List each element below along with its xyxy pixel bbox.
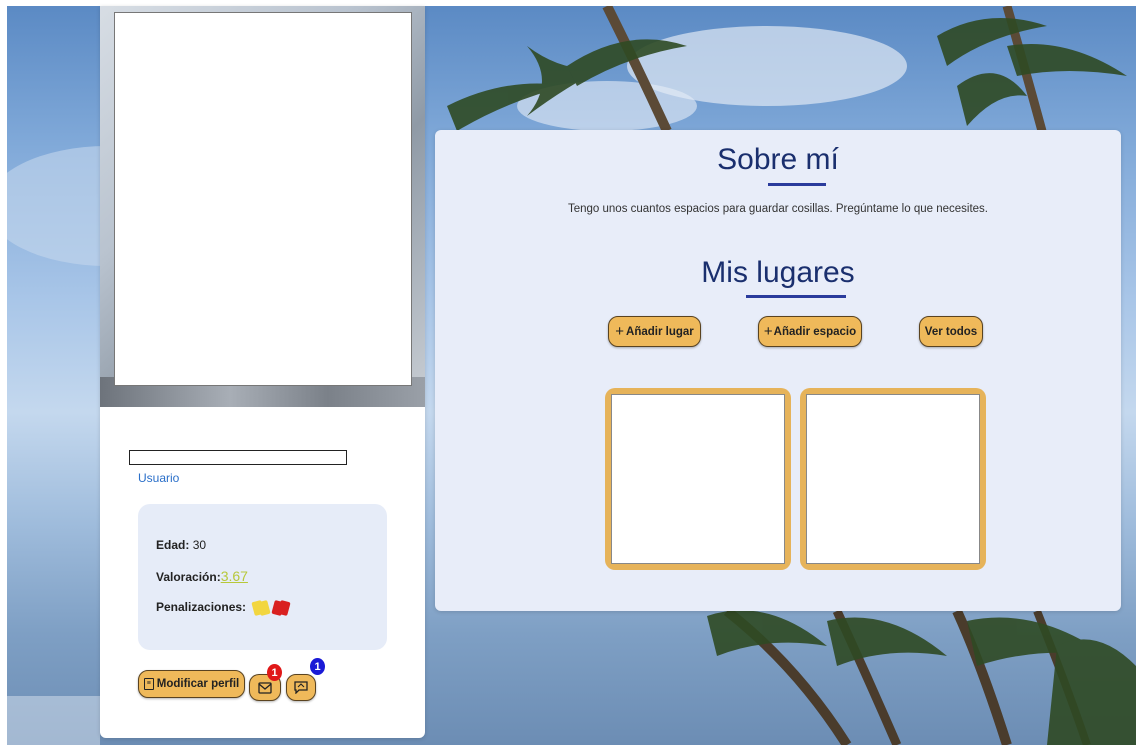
envelope-icon — [258, 681, 272, 694]
add-space-button[interactable]: + Añadir espacio — [758, 316, 862, 347]
main-panel: Sobre mí Tengo unos cuantos espacios par… — [435, 130, 1121, 611]
view-all-button[interactable]: Ver todos — [919, 316, 983, 347]
places-title: Mis lugares — [701, 256, 855, 289]
red-card-icon — [277, 599, 292, 616]
profile-card: Usuario Edad: 30 Valoración:3.67 Penaliz… — [100, 6, 425, 738]
chat-count-badge: 1 — [310, 658, 325, 675]
rating-row: Valoración:3.67 — [156, 568, 248, 584]
messages-count-badge: 1 — [267, 664, 282, 681]
id-card-icon: ≡ — [143, 678, 154, 690]
about-text: Tengo unos cuantos espacios para guardar… — [567, 203, 988, 215]
chat-button[interactable] — [286, 674, 316, 701]
profile-role: Usuario — [138, 471, 180, 485]
chat-icon — [294, 681, 308, 694]
place-card[interactable] — [800, 388, 986, 570]
plus-icon: + — [763, 323, 773, 340]
yellow-card-icon — [257, 599, 272, 616]
profile-name-redacted — [129, 450, 347, 465]
places-title-underline — [746, 295, 846, 298]
age-value: 30 — [192, 538, 207, 552]
place-card-image — [806, 394, 980, 564]
add-place-button[interactable]: + Añadir lugar — [608, 316, 701, 347]
plus-icon: + — [615, 323, 625, 340]
penalties-row: Penalizaciones: — [156, 599, 292, 616]
rating-link[interactable]: 3.67 — [221, 568, 248, 584]
profile-stats-box: Edad: 30 Valoración:3.67 Penalizaciones: — [138, 504, 387, 650]
profile-photo — [114, 12, 412, 386]
age-row: Edad: 30 — [156, 538, 207, 552]
place-card[interactable] — [605, 388, 791, 570]
edit-profile-button[interactable]: ≡ Modificar perfil — [138, 670, 245, 698]
about-title-underline — [768, 183, 826, 186]
place-card-image — [611, 394, 785, 564]
about-title: Sobre mí — [717, 143, 839, 176]
